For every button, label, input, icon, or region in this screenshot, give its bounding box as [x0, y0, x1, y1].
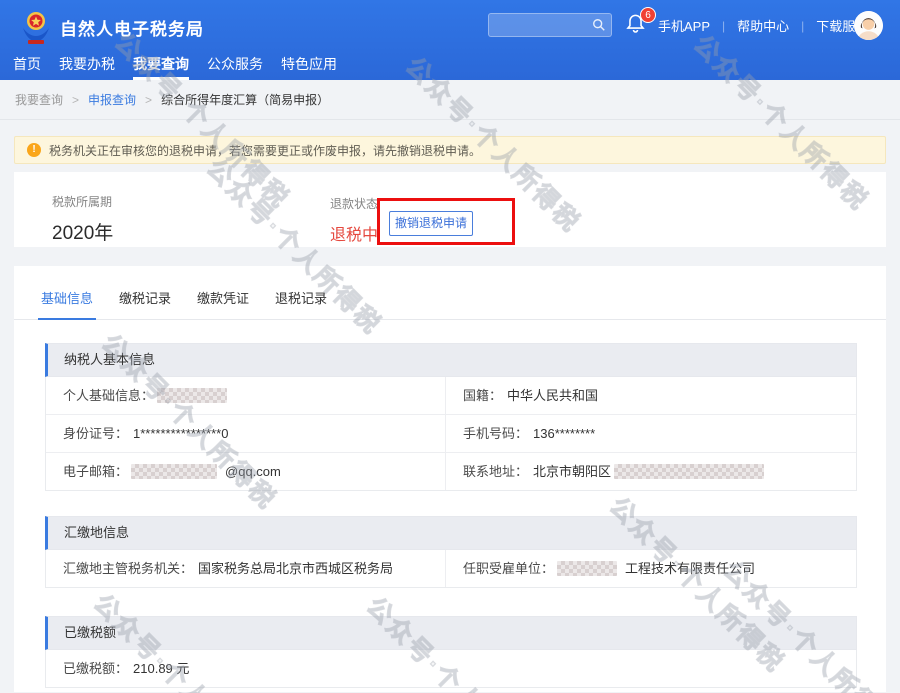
taxpayer-info-table: 个人基础信息： 国籍：中华人民共和国 身份证号：1***************…	[45, 377, 857, 491]
nav-item-public-service[interactable]: 公众服务	[207, 52, 263, 80]
nav-item-featured-apps[interactable]: 特色应用	[281, 52, 337, 80]
table-row: 汇缴地主管税务机关：国家税务总局北京市西城区税务局 任职受雇单位：工程技术有限责…	[46, 550, 856, 587]
link-divider: |	[722, 19, 725, 33]
help-center-link[interactable]: 帮助中心	[737, 16, 789, 35]
table-row: 电子邮箱：@qq.com 联系地址：北京市朝阳区	[46, 453, 856, 490]
refund-status-label: 退款状态	[330, 195, 378, 212]
tax-period-value: 2020年	[52, 218, 113, 245]
mobile-app-link[interactable]: 手机APP	[658, 16, 710, 35]
table-row: 个人基础信息： 国籍：中华人民共和国	[46, 377, 856, 415]
field-paid-tax-amount: 已缴税额：210.89 元	[46, 650, 856, 687]
header-links: 手机APP | 帮助中心 | 下载服务	[658, 16, 868, 35]
tax-bureau-logo-icon	[20, 10, 52, 46]
avatar-person-icon	[854, 11, 883, 40]
breadcrumb: 我要查询 > 申报查询 > 综合所得年度汇算（简易申报）	[0, 80, 900, 120]
warning-text: 税务机关正在审核您的退税申请，若您需要更正或作废申报，请先撤销退税申请。	[49, 142, 481, 159]
warning-circle-icon: !	[27, 143, 41, 157]
nav-item-handle-tax[interactable]: 我要办税	[59, 52, 115, 80]
app-title: 自然人电子税务局	[60, 15, 204, 40]
censored-value	[131, 464, 217, 479]
section-paid-tax: 已缴税额 已缴税额：210.89 元	[45, 616, 857, 688]
breadcrumb-separator: >	[145, 93, 152, 107]
detail-card: 基础信息 缴税记录 缴款凭证 退税记录 纳税人基本信息 个人基础信息： 国籍：中…	[14, 266, 886, 692]
search-box	[488, 13, 612, 37]
field-tax-authority: 汇缴地主管税务机关：国家税务总局北京市西城区税务局	[46, 550, 445, 587]
link-divider: |	[801, 19, 804, 33]
cancel-refund-button[interactable]: 撤销退税申请	[389, 211, 473, 236]
tab-refund-records[interactable]: 退税记录	[272, 288, 330, 319]
breadcrumb-separator: >	[72, 93, 79, 107]
censored-value	[557, 561, 617, 576]
section-taxpayer-info: 纳税人基本信息 个人基础信息： 国籍：中华人民共和国 身份证号：1*******…	[45, 343, 857, 491]
tab-payment-voucher[interactable]: 缴款凭证	[194, 288, 252, 319]
main-nav: 首页 我要办税 我要查询 公众服务 特色应用	[0, 52, 355, 80]
tab-tax-payment-records[interactable]: 缴税记录	[116, 288, 174, 319]
refund-status-block: 退款状态 退税中	[330, 195, 378, 245]
field-employer: 任职受雇单位：工程技术有限责任公司	[445, 550, 856, 587]
field-personal-info: 个人基础信息：	[46, 377, 445, 414]
warning-banner: ! 税务机关正在审核您的退税申请，若您需要更正或作废申报，请先撤销退税申请。	[14, 136, 886, 164]
remittance-info-table: 汇缴地主管税务机关：国家税务总局北京市西城区税务局 任职受雇单位：工程技术有限责…	[45, 550, 857, 588]
breadcrumb-current-page: 综合所得年度汇算（简易申报）	[161, 91, 329, 108]
tax-period-block: 税款所属期 2020年	[52, 193, 113, 245]
refund-summary-card: 税款所属期 2020年 退款状态 退税中 撤销退税申请	[14, 172, 886, 247]
tax-period-label: 税款所属期	[52, 193, 113, 210]
field-contact-address: 联系地址：北京市朝阳区	[445, 453, 856, 490]
user-avatar[interactable]	[854, 11, 883, 40]
field-id-number: 身份证号：1****************0	[46, 415, 445, 452]
app-header: 自然人电子税务局 6 手机APP | 帮助中心 | 下载服务 首页 我要办税	[0, 0, 900, 80]
field-phone-number: 手机号码：136********	[445, 415, 856, 452]
field-email: 电子邮箱：@qq.com	[46, 453, 445, 490]
notification-badge: 6	[640, 7, 656, 23]
section-remittance-info: 汇缴地信息 汇缴地主管税务机关：国家税务总局北京市西城区税务局 任职受雇单位：工…	[45, 516, 857, 588]
table-row: 身份证号：1****************0 手机号码：136********	[46, 415, 856, 453]
table-row: 已缴税额：210.89 元	[46, 650, 856, 687]
breadcrumb-item-query[interactable]: 我要查询	[15, 91, 63, 108]
refund-status-value: 退税中	[330, 221, 378, 245]
section-title: 汇缴地信息	[45, 516, 857, 550]
nav-item-home[interactable]: 首页	[13, 52, 41, 80]
field-nationality: 国籍：中华人民共和国	[445, 377, 856, 414]
section-title: 纳税人基本信息	[45, 343, 857, 377]
paid-tax-table: 已缴税额：210.89 元	[45, 650, 857, 688]
tab-basic-info[interactable]: 基础信息	[38, 288, 96, 320]
section-title: 已缴税额	[45, 616, 857, 650]
breadcrumb-item-declaration-query[interactable]: 申报查询	[88, 91, 136, 108]
notification-bell[interactable]: 6	[626, 12, 656, 38]
detail-tabs: 基础信息 缴税记录 缴款凭证 退税记录	[14, 266, 886, 320]
censored-value	[157, 388, 227, 403]
search-icon[interactable]	[592, 18, 606, 32]
censored-value	[614, 464, 764, 479]
nav-item-query[interactable]: 我要查询	[133, 52, 189, 80]
